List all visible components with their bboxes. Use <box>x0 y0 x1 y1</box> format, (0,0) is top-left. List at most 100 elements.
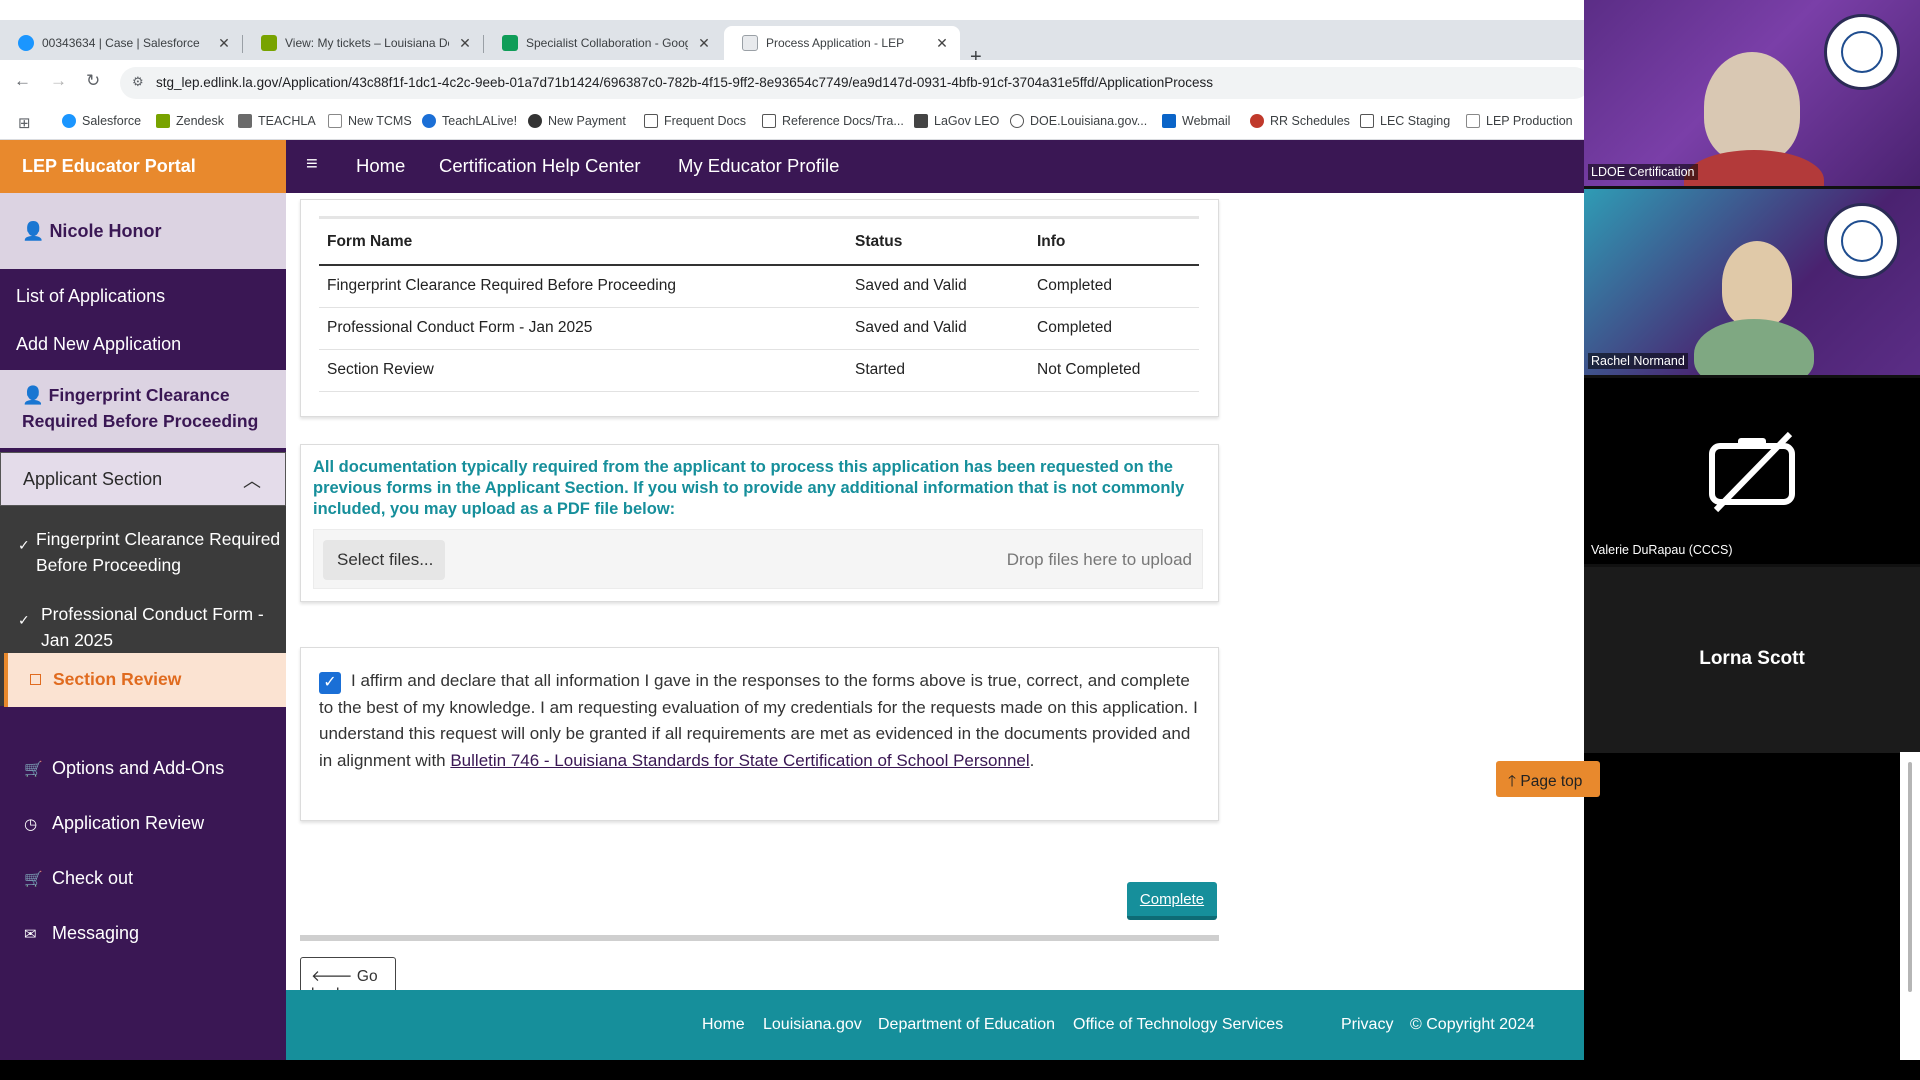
forward-arrow-icon[interactable]: → <box>50 71 67 91</box>
nav-my-educator-profile[interactable]: My Educator Profile <box>678 155 839 177</box>
menu-label: Options and Add-Ons <box>52 758 225 778</box>
tab-title: View: My tickets – Louisiana De <box>285 36 449 50</box>
bookmark-teachla[interactable]: TEACHLA <box>238 114 316 128</box>
application-review-link[interactable]: ◷ Application Review <box>24 813 204 834</box>
bookmark-folder-reference-docs[interactable]: Reference Docs/Tra... <box>762 114 904 128</box>
close-tab-icon[interactable]: ✕ <box>934 35 950 52</box>
fingerprint-label: Fingerprint Clearance Required Before Pr… <box>22 385 259 431</box>
applicant-section-toggle[interactable]: Applicant Section ︿ <box>0 452 286 506</box>
bookmark-label: New TCMS <box>348 114 412 128</box>
participant-shirt <box>1684 150 1824 186</box>
tab-salesforce-case[interactable]: 00343634 | Case | Salesforce ✕ <box>0 26 242 60</box>
footer-home-link[interactable]: Home <box>702 1016 745 1034</box>
go-back-button[interactable]: 🡐 Go back <box>300 957 396 1003</box>
affirmation-text: I affirm and declare that all informatio… <box>319 668 1199 774</box>
hamburger-menu-icon[interactable]: ≡ <box>306 153 318 176</box>
participant-video <box>1704 52 1800 162</box>
forms-table: Form Name Status Info Fingerprint Cleara… <box>319 219 1199 392</box>
portal-top-nav: ≡ Home Certification Help Center My Educ… <box>286 140 1584 193</box>
lagov-icon <box>914 114 928 128</box>
bookmark-salesforce[interactable]: Salesforce <box>62 114 141 128</box>
affirmation-card: ✓ I affirm and declare that all informat… <box>300 647 1219 821</box>
site-settings-icon[interactable]: ⚙ <box>132 74 144 90</box>
scrollbar-thumb[interactable] <box>1908 762 1912 992</box>
list-of-applications-link[interactable]: List of Applications <box>16 286 165 307</box>
status-cell: Saved and Valid <box>847 307 1029 350</box>
bookmark-doe-louisiana[interactable]: DOE.Louisiana.gov... <box>1010 114 1147 128</box>
video-tile-lorna[interactable]: Lorna Scott <box>1584 567 1920 753</box>
video-tile-rachel[interactable]: Rachel Normand <box>1584 189 1920 375</box>
table-row: Professional Conduct Form - Jan 2025 Sav… <box>319 307 1199 350</box>
participant-name: Valerie DuRapau (CCCS) <box>1588 542 1736 558</box>
table-row: Section Review Started Not Completed <box>319 349 1199 392</box>
options-and-addons-link[interactable]: 🛒 Options and Add-Ons <box>24 758 224 779</box>
close-tab-icon[interactable]: ✕ <box>696 35 712 52</box>
reload-icon[interactable]: ↻ <box>86 71 100 91</box>
check-out-link[interactable]: 🛒 Check out <box>24 868 133 889</box>
video-tile-ldoe[interactable]: LDOE Certification <box>1584 0 1920 186</box>
tab-process-application[interactable]: Process Application - LEP ✕ <box>724 26 960 60</box>
bookmark-new-tcms[interactable]: New TCMS <box>328 114 412 128</box>
select-files-button[interactable]: Select files... <box>323 540 445 580</box>
teachlalive-icon <box>422 114 436 128</box>
bookmark-folder-frequent-docs[interactable]: Frequent Docs <box>644 114 746 128</box>
bookmark-folder-lec-staging[interactable]: LEC Staging <box>1360 114 1450 128</box>
bookmark-lep-production[interactable]: LEP Production <box>1466 114 1573 128</box>
screen-bottom-bar <box>0 1060 1920 1080</box>
section-review-label: Section Review <box>53 669 182 689</box>
sub-item-professional-conduct[interactable]: ✓ Professional Conduct Form - Jan 2025 <box>0 601 286 653</box>
doe-icon <box>1010 114 1024 128</box>
close-tab-icon[interactable]: ✕ <box>457 35 473 52</box>
page-scrollbar[interactable] <box>1900 752 1920 1060</box>
video-tile-valerie[interactable]: Valerie DuRapau (CCCS) <box>1584 378 1920 564</box>
footer-ots-link[interactable]: Office of Technology Services <box>1073 1016 1283 1034</box>
table-header-row: Form Name Status Info <box>319 219 1199 266</box>
tab-zendesk-tickets[interactable]: View: My tickets – Louisiana De ✕ <box>243 26 483 60</box>
url-text[interactable]: stg_lep.edlink.la.gov/Application/43c88f… <box>156 75 1213 90</box>
address-bar[interactable]: ⚙ stg_lep.edlink.la.gov/Application/43c8… <box>120 67 1584 99</box>
tab-bar: 00343634 | Case | Salesforce ✕ View: My … <box>0 20 1584 68</box>
user-cog-icon: 👤 <box>22 221 45 241</box>
portal-sidebar: LEP Educator Portal 👤 Nicole Honor List … <box>0 140 286 1060</box>
footer-doe-link[interactable]: Department of Education <box>878 1016 1055 1034</box>
sub-item-label: Fingerprint Clearance Required Before Pr… <box>36 529 281 575</box>
user-profile-link[interactable]: 👤 Nicole Honor <box>0 193 286 269</box>
complete-button[interactable]: Complete <box>1127 882 1217 920</box>
schedule-icon <box>1250 114 1264 128</box>
back-arrow-icon[interactable]: ← <box>14 71 31 91</box>
bookmark-label: TEACHLA <box>258 114 316 128</box>
bookmark-rr-schedules[interactable]: RR Schedules <box>1250 114 1350 128</box>
apps-grid-icon[interactable]: ⊞ <box>18 114 31 132</box>
nav-home[interactable]: Home <box>356 155 405 177</box>
user-name: Nicole Honor <box>49 221 162 241</box>
browser-window: 00343634 | Case | Salesforce ✕ View: My … <box>0 0 1584 1060</box>
payment-icon <box>528 114 542 128</box>
portal-title[interactable]: LEP Educator Portal <box>0 140 286 193</box>
bookmark-teachlalive[interactable]: TeachLALive! <box>422 114 517 128</box>
participant-name: Lorna Scott <box>1699 648 1805 669</box>
bulletin-746-link[interactable]: Bulletin 746 - Louisiana Standards for S… <box>450 751 1029 770</box>
bookmark-webmail[interactable]: Webmail <box>1162 114 1230 128</box>
upload-card: All documentation typically required fro… <box>300 444 1219 602</box>
user-cog-icon: 👤 <box>22 385 44 405</box>
drop-files-label: Drop files here to upload <box>1006 550 1192 569</box>
footer-louisiana-gov-link[interactable]: Louisiana.gov <box>763 1016 862 1034</box>
close-tab-icon[interactable]: ✕ <box>216 35 232 52</box>
bookmark-label: Salesforce <box>82 114 142 128</box>
tab-google-sheets[interactable]: Specialist Collaboration - Goog ✕ <box>484 26 722 60</box>
zendesk-icon <box>261 35 277 51</box>
bookmark-new-payment[interactable]: New Payment <box>528 114 626 128</box>
bookmark-zendesk[interactable]: Zendesk <box>156 114 224 128</box>
footer-privacy-link[interactable]: Privacy <box>1341 1016 1393 1034</box>
bookmark-lagov-leo[interactable]: LaGov LEO <box>914 114 999 128</box>
section-review-item[interactable]: Section Review <box>4 653 286 707</box>
add-new-application-link[interactable]: Add New Application <box>16 334 181 355</box>
zendesk-icon <box>156 114 170 128</box>
fingerprint-clearance-link[interactable]: 👤 Fingerprint Clearance Required Before … <box>0 370 286 448</box>
nav-certification-help-center[interactable]: Certification Help Center <box>439 155 641 177</box>
cart-icon: 🛒 <box>24 870 43 888</box>
page-top-button[interactable]: 🡑 Page top <box>1496 761 1600 797</box>
messaging-link[interactable]: ✉ Messaging <box>24 923 139 944</box>
file-dropzone[interactable]: Select files... Drop files here to uploa… <box>313 529 1203 589</box>
sub-item-fingerprint[interactable]: ✓ Fingerprint Clearance Required Before P… <box>0 526 286 578</box>
